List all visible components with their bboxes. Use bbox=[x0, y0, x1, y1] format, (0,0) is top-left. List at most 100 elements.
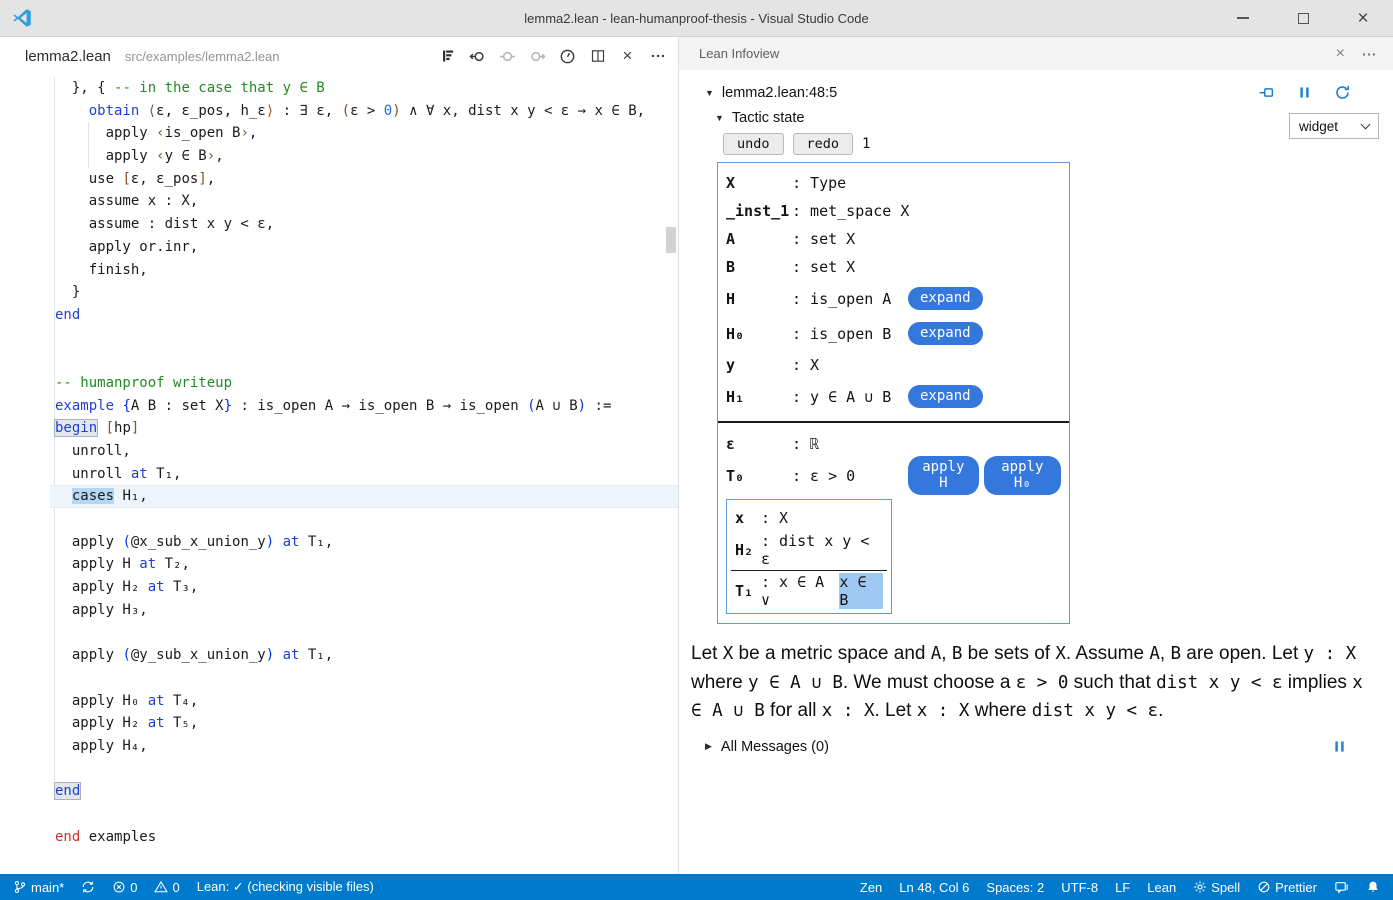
code-line[interactable]: apply (@x_sub_x_union_y) at T₁, bbox=[0, 531, 678, 554]
code-line[interactable]: unroll, bbox=[0, 440, 678, 463]
expand-button[interactable]: expand bbox=[908, 385, 983, 408]
code-line[interactable]: example {A B : set X} : is_open A → is_o… bbox=[0, 395, 678, 418]
bell-icon bbox=[1366, 880, 1380, 894]
close-panel-icon[interactable]: × bbox=[1336, 46, 1345, 62]
status-item-ln-48-col-6[interactable]: Ln 48, Col 6 bbox=[899, 880, 969, 895]
code-line[interactable]: assume : dist x y < ε, bbox=[0, 213, 678, 236]
code-line[interactable]: use [ε, ε_pos], bbox=[0, 168, 678, 191]
status-item-spell[interactable]: Spell bbox=[1193, 880, 1240, 895]
hypothesis-name: T₁ bbox=[735, 582, 761, 600]
title-bar: lemma2.lean - lean-humanproof-thesis - V… bbox=[0, 0, 1393, 37]
code-line[interactable]: apply ‹y ∈ B›, bbox=[0, 145, 678, 168]
hypothesis-row: X: Type bbox=[726, 169, 1061, 197]
code-line[interactable]: apply ‹is_open B›, bbox=[0, 122, 678, 145]
status-item-lean-checking-visible-files[interactable]: Lean: ✓ (checking visible files) bbox=[197, 879, 374, 895]
status-item[interactable] bbox=[1366, 880, 1380, 894]
all-messages-label: All Messages (0) bbox=[721, 739, 829, 755]
more-actions-icon[interactable] bbox=[1361, 46, 1377, 62]
hypothesis-buttons: expand bbox=[908, 322, 983, 345]
hypothesis-row: T₁: x ∈ A ∨ x ∈ B bbox=[735, 573, 883, 609]
status-item[interactable] bbox=[81, 880, 95, 894]
expand-button[interactable]: expand bbox=[908, 322, 983, 345]
more-actions-icon[interactable] bbox=[649, 48, 666, 65]
code-line[interactable]: end bbox=[0, 780, 678, 803]
navigate-back-icon[interactable] bbox=[469, 48, 486, 65]
split-editor-icon[interactable] bbox=[589, 48, 606, 65]
code-line[interactable]: apply H at T₂, bbox=[0, 553, 678, 576]
collapsed-triangle-icon[interactable]: ▶ bbox=[705, 741, 712, 752]
refresh-icon[interactable] bbox=[1334, 84, 1351, 101]
pin-icon[interactable] bbox=[1258, 84, 1275, 101]
code-line[interactable]: apply H₂ at T₃, bbox=[0, 576, 678, 599]
code-line[interactable] bbox=[0, 622, 678, 645]
code-line[interactable] bbox=[0, 758, 678, 781]
code-line[interactable]: cases H₁, bbox=[0, 485, 678, 508]
code-line[interactable]: apply H₄, bbox=[0, 735, 678, 758]
hypothesis-name: H₀ bbox=[726, 325, 792, 343]
code-line[interactable]: apply (@y_sub_x_union_y) at T₁, bbox=[0, 644, 678, 667]
code-line[interactable]: assume x : X, bbox=[0, 190, 678, 213]
code-line[interactable] bbox=[0, 327, 678, 350]
status-item-spaces-2[interactable]: Spaces: 2 bbox=[986, 880, 1044, 895]
undo-button[interactable]: undo bbox=[723, 133, 784, 155]
navigate-dot-icon[interactable] bbox=[499, 48, 516, 65]
status-item[interactable] bbox=[1334, 880, 1349, 895]
hypothesis-type: : ℝ bbox=[792, 435, 819, 453]
prose-code-token: ε > 0 bbox=[1016, 673, 1069, 693]
status-item-0[interactable]: 0 bbox=[154, 880, 179, 895]
prose-text: such that bbox=[1068, 672, 1156, 693]
status-item-utf-8[interactable]: UTF-8 bbox=[1061, 880, 1098, 895]
prose-code-token: B bbox=[952, 644, 963, 664]
apply-button[interactable]: apply H₀ bbox=[984, 456, 1061, 495]
code-line[interactable]: unroll at T₁, bbox=[0, 463, 678, 486]
code-editor[interactable]: }, { -- in the case that y ∈ B obtain ⟨ε… bbox=[0, 75, 678, 874]
run-timer-icon[interactable] bbox=[559, 48, 576, 65]
prose-code-token: y ∈ A ∪ B bbox=[748, 673, 843, 693]
code-line[interactable] bbox=[0, 508, 678, 531]
redo-button[interactable]: redo bbox=[793, 133, 854, 155]
code-line[interactable] bbox=[0, 803, 678, 826]
code-line[interactable]: apply or.inr, bbox=[0, 236, 678, 259]
hypothesis-name: H₁ bbox=[726, 388, 792, 406]
collapse-triangle-icon[interactable]: ▼ bbox=[715, 113, 724, 123]
tab-filename[interactable]: lemma2.lean bbox=[25, 48, 111, 65]
code-line[interactable] bbox=[0, 349, 678, 372]
code-line[interactable]: begin [hp] bbox=[0, 417, 678, 440]
widget-dropdown[interactable]: widget bbox=[1289, 113, 1379, 139]
apply-button[interactable]: apply H bbox=[908, 456, 979, 495]
code-line[interactable]: }, { -- in the case that y ∈ B bbox=[0, 77, 678, 100]
status-item-lean[interactable]: Lean bbox=[1147, 880, 1176, 895]
code-line[interactable]: end examples bbox=[0, 826, 678, 849]
status-item-zen[interactable]: Zen bbox=[860, 880, 882, 895]
prose-code-token: A bbox=[1149, 644, 1160, 664]
code-line[interactable]: -- humanproof writeup bbox=[0, 372, 678, 395]
pause-icon[interactable] bbox=[1332, 739, 1347, 754]
code-line[interactable]: apply H₃, bbox=[0, 599, 678, 622]
code-line[interactable]: finish, bbox=[0, 259, 678, 282]
status-label: Spaces: 2 bbox=[986, 880, 1044, 895]
collapse-triangle-icon[interactable]: ▼ bbox=[705, 88, 714, 98]
pause-icon[interactable] bbox=[1297, 85, 1312, 100]
status-item-lf[interactable]: LF bbox=[1115, 880, 1130, 895]
status-item-prettier[interactable]: Prettier bbox=[1257, 880, 1317, 895]
prose-text: where bbox=[691, 672, 748, 693]
status-bar: main*00Lean: ✓ (checking visible files) … bbox=[0, 874, 1393, 900]
status-item-0[interactable]: 0 bbox=[112, 880, 137, 895]
code-line[interactable]: obtain ⟨ε, ε_pos, h_ε⟩ : ∃ ε, (ε > 0) ∧ … bbox=[0, 100, 678, 123]
code-line[interactable]: apply H₂ at T₅, bbox=[0, 712, 678, 735]
all-messages-row[interactable]: ▶ All Messages (0) bbox=[690, 739, 1379, 755]
prose-code-token: dist x y < ε bbox=[1156, 673, 1282, 693]
hypothesis-buttons: expand bbox=[908, 385, 983, 408]
hypothesis-type: : is_open B bbox=[792, 325, 891, 343]
close-editor-icon[interactable]: × bbox=[619, 48, 636, 65]
code-line[interactable]: end bbox=[0, 304, 678, 327]
expand-button[interactable]: expand bbox=[908, 287, 983, 310]
lean-infoview-icon[interactable] bbox=[439, 48, 456, 65]
navigate-forward-icon[interactable] bbox=[529, 48, 546, 65]
status-item-main[interactable]: main* bbox=[13, 880, 64, 895]
tactic-state-label: Tactic state bbox=[732, 110, 805, 126]
code-line[interactable]: apply H₀ at T₄, bbox=[0, 690, 678, 713]
code-line[interactable]: } bbox=[0, 281, 678, 304]
tab-filepath: src/examples/lemma2.lean bbox=[125, 49, 280, 64]
code-line[interactable] bbox=[0, 667, 678, 690]
